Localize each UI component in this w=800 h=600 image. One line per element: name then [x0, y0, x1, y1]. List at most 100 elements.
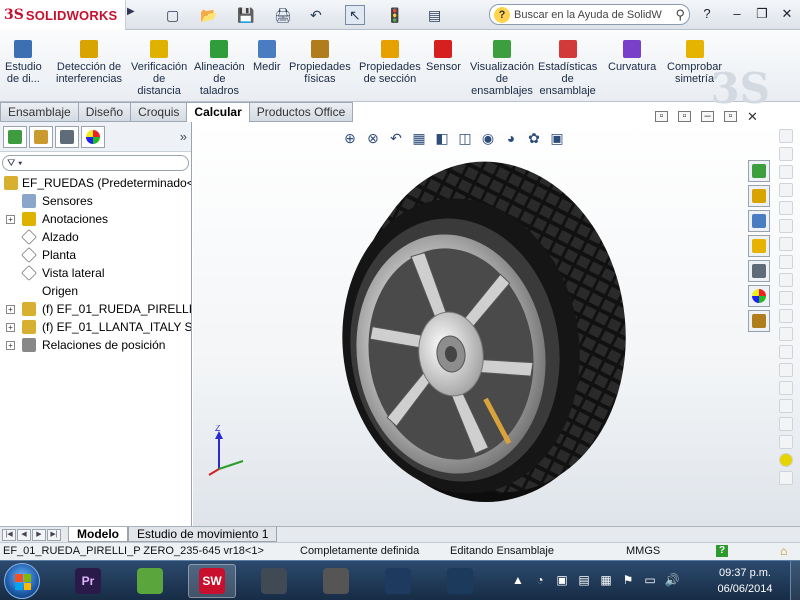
solidworks-resources-icon[interactable]: [748, 160, 770, 182]
custom-properties-icon[interactable]: [748, 310, 770, 332]
appearances-icon[interactable]: [748, 285, 770, 307]
tray-folder-icon[interactable]: ▣: [554, 573, 570, 587]
start-button[interactable]: [4, 563, 40, 599]
tool-assembly-visualization[interactable]: Visualización de ensamblajes: [470, 32, 534, 97]
tab-productos-office[interactable]: Productos Office: [249, 102, 354, 122]
tree-node[interactable]: + (f) EF_01_RUEDA_PIRELLI_P Z: [0, 300, 191, 318]
taskbar-app-premiere[interactable]: Pr: [64, 564, 112, 598]
help-button[interactable]: ?: [698, 6, 716, 22]
viewport-tile-icon[interactable]: ▫: [655, 111, 668, 122]
tree-root[interactable]: EF_RUEDAS (Predeterminado<E: [0, 174, 191, 192]
toolbar-placeholder-icon[interactable]: [779, 291, 793, 305]
tree-node[interactable]: + Relaciones de posición: [0, 336, 191, 354]
tray-volume-icon[interactable]: 🔊: [664, 573, 680, 587]
minimize-icon[interactable]: –: [728, 6, 746, 22]
feature-manager-icon[interactable]: [3, 125, 27, 148]
tool-mass-properties[interactable]: Propiedades físicas: [289, 32, 351, 85]
system-clock[interactable]: 09:37 p.m. 06/06/2014: [705, 565, 785, 597]
tool-section-properties[interactable]: Propiedades de sección: [359, 32, 421, 85]
tree-node[interactable]: + Anotaciones: [0, 210, 191, 228]
taskbar-app-app6[interactable]: [374, 564, 422, 598]
viewport-minimize-icon[interactable]: –: [701, 111, 714, 122]
options-icon[interactable]: ▤: [428, 5, 441, 25]
tree-node[interactable]: Origen: [0, 282, 191, 300]
close-icon[interactable]: ✕: [778, 6, 796, 22]
menu-arrow-icon[interactable]: ▶: [127, 6, 135, 17]
toolbar-placeholder-icon[interactable]: [779, 237, 793, 251]
tool-assembly-statistics[interactable]: Estadísticas de ensamblaje: [538, 32, 597, 97]
tool-clearance[interactable]: Verificación de distancia: [131, 32, 187, 97]
taskbar-app-corel[interactable]: [126, 564, 174, 598]
bottom-tab-model[interactable]: Modelo: [68, 527, 128, 542]
solidworks-logo[interactable]: 3S SOLIDWORKS: [0, 0, 126, 30]
tray-expand-icon[interactable]: ▲: [510, 573, 526, 587]
tool-interference[interactable]: Detección de interferencias: [56, 32, 122, 85]
toolbar-placeholder-icon[interactable]: [779, 345, 793, 359]
tool-measure[interactable]: Medir: [253, 32, 281, 73]
view-palette-icon[interactable]: [748, 260, 770, 282]
toolbar-placeholder-icon[interactable]: [779, 309, 793, 323]
tab-croquis[interactable]: Croquis: [131, 102, 188, 122]
taskbar-app-app5[interactable]: [312, 564, 360, 598]
expand-icon[interactable]: +: [6, 305, 15, 314]
toolbar-placeholder-icon[interactable]: [779, 255, 793, 269]
tree-node[interactable]: + (f) EF_01_LLANTA_ITALY SPE: [0, 318, 191, 336]
print-icon[interactable]: 🖨: [274, 5, 292, 25]
help-search[interactable]: ? Buscar en la Ayuda de SolidW ⚲: [489, 4, 690, 25]
toolbar-placeholder-icon[interactable]: [779, 363, 793, 377]
toolbar-placeholder-icon[interactable]: [779, 399, 793, 413]
expand-icon[interactable]: +: [6, 341, 15, 350]
search-input[interactable]: Buscar en la Ayuda de SolidW: [514, 9, 675, 21]
toolbar-placeholder-icon[interactable]: [779, 471, 793, 485]
tool-symmetry-check[interactable]: Comprobar simetría: [667, 32, 722, 85]
viewport-cascade-icon[interactable]: ▫: [678, 111, 691, 122]
toolbar-placeholder-icon[interactable]: [779, 381, 793, 395]
tool-sensor[interactable]: Sensor: [426, 32, 461, 73]
expand-icon[interactable]: +: [6, 215, 15, 224]
open-icon[interactable]: 📂: [200, 5, 217, 25]
tree-filter[interactable]: ⛛ ▾: [2, 155, 189, 171]
status-tag-icon[interactable]: ⌂: [780, 543, 787, 560]
design-library-icon[interactable]: [748, 210, 770, 232]
toolbar-placeholder-icon[interactable]: [779, 147, 793, 161]
tool-hole-alignment[interactable]: Alineación de taladros: [194, 32, 245, 97]
toolbar-placeholder-icon[interactable]: [779, 165, 793, 179]
toolbar-placeholder-icon[interactable]: [779, 273, 793, 287]
toolbar-placeholder-icon[interactable]: [779, 327, 793, 341]
taskbar-app-app7[interactable]: [436, 564, 484, 598]
next-tab-icon[interactable]: ▶: [32, 528, 46, 541]
toolbar-placeholder-icon[interactable]: [779, 453, 793, 467]
last-tab-icon[interactable]: ▶|: [47, 528, 61, 541]
tray-monitor-icon[interactable]: ▭: [642, 573, 658, 587]
tab-calcular[interactable]: Calcular: [187, 102, 250, 122]
file-explorer-icon[interactable]: [748, 235, 770, 257]
rebuild-icon[interactable]: 🚦: [386, 5, 403, 25]
status-help-icon[interactable]: ?: [716, 545, 728, 557]
tree-node[interactable]: Alzado: [0, 228, 191, 246]
tree-node[interactable]: Sensores: [0, 192, 191, 210]
first-tab-icon[interactable]: |◀: [2, 528, 16, 541]
viewport-close-icon[interactable]: ✕: [747, 110, 758, 123]
toolbar-placeholder-icon[interactable]: [779, 417, 793, 431]
new-icon[interactable]: ▢: [166, 5, 179, 25]
tray-acrobat-icon[interactable]: ▤: [576, 573, 592, 587]
tab-diseño[interactable]: Diseño: [78, 102, 132, 122]
select-icon[interactable]: ↖: [345, 5, 365, 25]
tree-node[interactable]: Vista lateral: [0, 264, 191, 282]
restore-icon[interactable]: ❐: [753, 6, 771, 22]
search-icon[interactable]: ⚲: [675, 7, 685, 23]
home-icon[interactable]: [748, 185, 770, 207]
status-units[interactable]: MMGS: [626, 543, 660, 560]
tray-flag-icon[interactable]: ⚑: [620, 573, 636, 587]
tray-app-icon[interactable]: ◔: [532, 573, 548, 587]
appearance-manager-icon[interactable]: [81, 125, 105, 148]
tray-network-icon[interactable]: ▦: [598, 573, 614, 587]
tab-ensamblaje[interactable]: Ensamblaje: [0, 102, 79, 122]
property-manager-icon[interactable]: [29, 125, 53, 148]
tool-curvature[interactable]: Curvatura: [608, 32, 656, 73]
save-icon[interactable]: 💾: [237, 5, 254, 25]
undo-icon[interactable]: ↶: [310, 5, 322, 25]
expand-icon[interactable]: +: [6, 323, 15, 332]
toolbar-placeholder-icon[interactable]: [779, 435, 793, 449]
prev-tab-icon[interactable]: ◀: [17, 528, 31, 541]
